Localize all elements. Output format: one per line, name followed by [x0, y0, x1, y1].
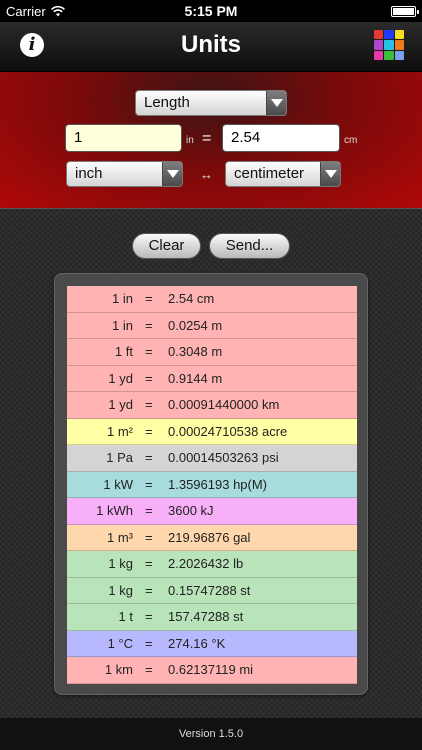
grid-cell-icon [394, 30, 404, 40]
battery-icon [391, 5, 419, 17]
result-source: 1 yd [108, 397, 133, 413]
result-equals: = [145, 635, 153, 651]
result-equals: = [145, 476, 153, 492]
grid-cell-icon [394, 40, 404, 50]
grid-cell-icon [374, 30, 384, 40]
result-target: 2.54 cm [168, 291, 215, 307]
result-source: 1 m³ [107, 529, 133, 545]
result-row[interactable]: 1 kg = 2.2026432 lb [67, 551, 357, 578]
result-source: 1 yd [108, 370, 133, 386]
result-target: 0.9144 m [168, 370, 223, 386]
clear-button[interactable]: Clear [132, 233, 201, 259]
result-source: 1 kW [103, 476, 133, 492]
result-equals: = [145, 582, 153, 598]
result-equals: = [145, 291, 153, 307]
result-row[interactable]: 1 m³ = 219.96876 gal [67, 524, 357, 551]
result-equals: = [145, 370, 153, 386]
chevron-down-icon [320, 162, 340, 186]
result-row[interactable]: 1 kW = 1.3596193 hp(M) [67, 471, 357, 498]
nav-bar: i Units [0, 22, 422, 72]
carrier-label: Carrier [6, 3, 46, 19]
result-row[interactable]: 1 t = 157.47288 st [67, 604, 357, 631]
result-row[interactable]: 1 in = 0.0254 m [67, 312, 357, 339]
result-target: 157.47288 st [168, 609, 244, 625]
to-value-input[interactable]: 2.54 [222, 124, 340, 152]
result-target: 0.00091440000 km [168, 397, 280, 413]
result-row[interactable]: 1 yd = 0.00091440000 km [67, 392, 357, 419]
from-value-input[interactable]: 1 [65, 124, 182, 152]
result-target: 0.00024710538 acre [168, 423, 288, 439]
version-bar: Version 1.5.0 [0, 718, 422, 750]
results-panel: 1 in = 2.54 cm 1 in = 0.0254 m1 ft = 0.3048 m1 … [54, 273, 368, 695]
result-equals: = [145, 503, 153, 519]
result-source: 1 Pa [106, 450, 133, 466]
result-row[interactable]: 1 km = 0.62137119 mi [67, 657, 357, 684]
result-source: 1 ft [114, 344, 133, 360]
result-target: 0.3048 m [168, 344, 223, 360]
result-row[interactable]: 1 in = 2.54 cm [67, 286, 357, 313]
send-button[interactable]: Send... [209, 233, 290, 259]
grid-cell-icon [384, 30, 394, 40]
result-target: 3600 kJ [168, 503, 214, 519]
result-row[interactable]: 1 kWh = 3600 kJ [67, 498, 357, 525]
result-equals: = [145, 662, 153, 678]
chevron-down-icon [162, 162, 182, 186]
to-unit-label: cm [344, 135, 358, 146]
result-target: 1.3596193 hp(M) [168, 476, 268, 492]
result-target: 0.15747288 st [168, 582, 251, 598]
category-select[interactable]: Length [135, 90, 287, 116]
result-equals: = [145, 450, 153, 466]
from-unit-select[interactable]: inch [66, 161, 183, 187]
grid-cell-icon [394, 50, 404, 60]
results-list[interactable]: 1 in = 2.54 cm 1 in = 0.0254 m1 ft = 0.3048 m1 … [67, 286, 357, 684]
result-row[interactable]: 1 °C = 274.16 °K [67, 630, 357, 657]
result-equals: = [145, 556, 153, 572]
result-equals: = [145, 423, 153, 439]
result-target: 219.96876 gal [168, 529, 251, 545]
result-source: 1 in [112, 317, 133, 333]
to-unit-select[interactable]: centimeter [225, 161, 341, 187]
result-source: 1 kg [108, 556, 133, 572]
result-source: 1 kWh [96, 503, 133, 519]
result-row[interactable]: 1 kg = 0.15747288 st [67, 577, 357, 604]
result-equals: = [145, 344, 153, 360]
grid-cell-icon [374, 50, 384, 60]
chevron-down-icon [266, 91, 286, 115]
result-target: 2.2026432 lb [168, 556, 244, 572]
result-target: 0.62137119 mi [168, 662, 254, 678]
result-source: 1 t [118, 609, 133, 625]
result-row[interactable]: 1 m² = 0.00024710538 acre [67, 418, 357, 445]
grid-cell-icon [384, 40, 394, 50]
result-source: 1 m² [107, 423, 133, 439]
equals-sign: = [202, 130, 212, 147]
result-source: 1 kg [108, 582, 133, 598]
version-label: Version 1.5.0 [178, 728, 244, 740]
result-target: 0.00014503263 psi [168, 450, 279, 466]
result-source: 1 km [104, 662, 133, 678]
result-row[interactable]: 1 yd = 0.9144 m [67, 365, 357, 392]
result-equals: = [145, 317, 153, 333]
grid-cell-icon [374, 40, 384, 50]
category-value: Length [144, 94, 190, 111]
status-left: Carrier [6, 4, 65, 19]
page-title: Units [181, 31, 241, 58]
result-target: 0.0254 m [168, 317, 223, 333]
grid-cell-icon [384, 50, 394, 60]
to-unit-value: centimeter [234, 165, 305, 182]
swap-icon[interactable]: ↔ [200, 167, 213, 182]
result-row[interactable]: 1 ft = 0.3048 m [67, 339, 357, 366]
result-equals: = [145, 529, 153, 545]
converter-panel: Length 1 in = 2.54 cm inch ↔ centimeter [0, 72, 422, 209]
result-row[interactable]: 1 Pa = 0.00014503263 psi [67, 445, 357, 472]
status-bar: Carrier 5:15 PM [0, 0, 422, 22]
result-target: 274.16 °K [168, 635, 226, 651]
result-equals: = [145, 609, 153, 625]
result-source: 1 °C [107, 635, 133, 651]
result-source: 1 in [112, 291, 133, 307]
result-equals: = [145, 397, 153, 413]
categories-grid-button[interactable] [374, 30, 404, 60]
wifi-icon [50, 5, 65, 16]
from-unit-value: inch [75, 165, 103, 182]
from-unit-label: in [186, 135, 194, 146]
